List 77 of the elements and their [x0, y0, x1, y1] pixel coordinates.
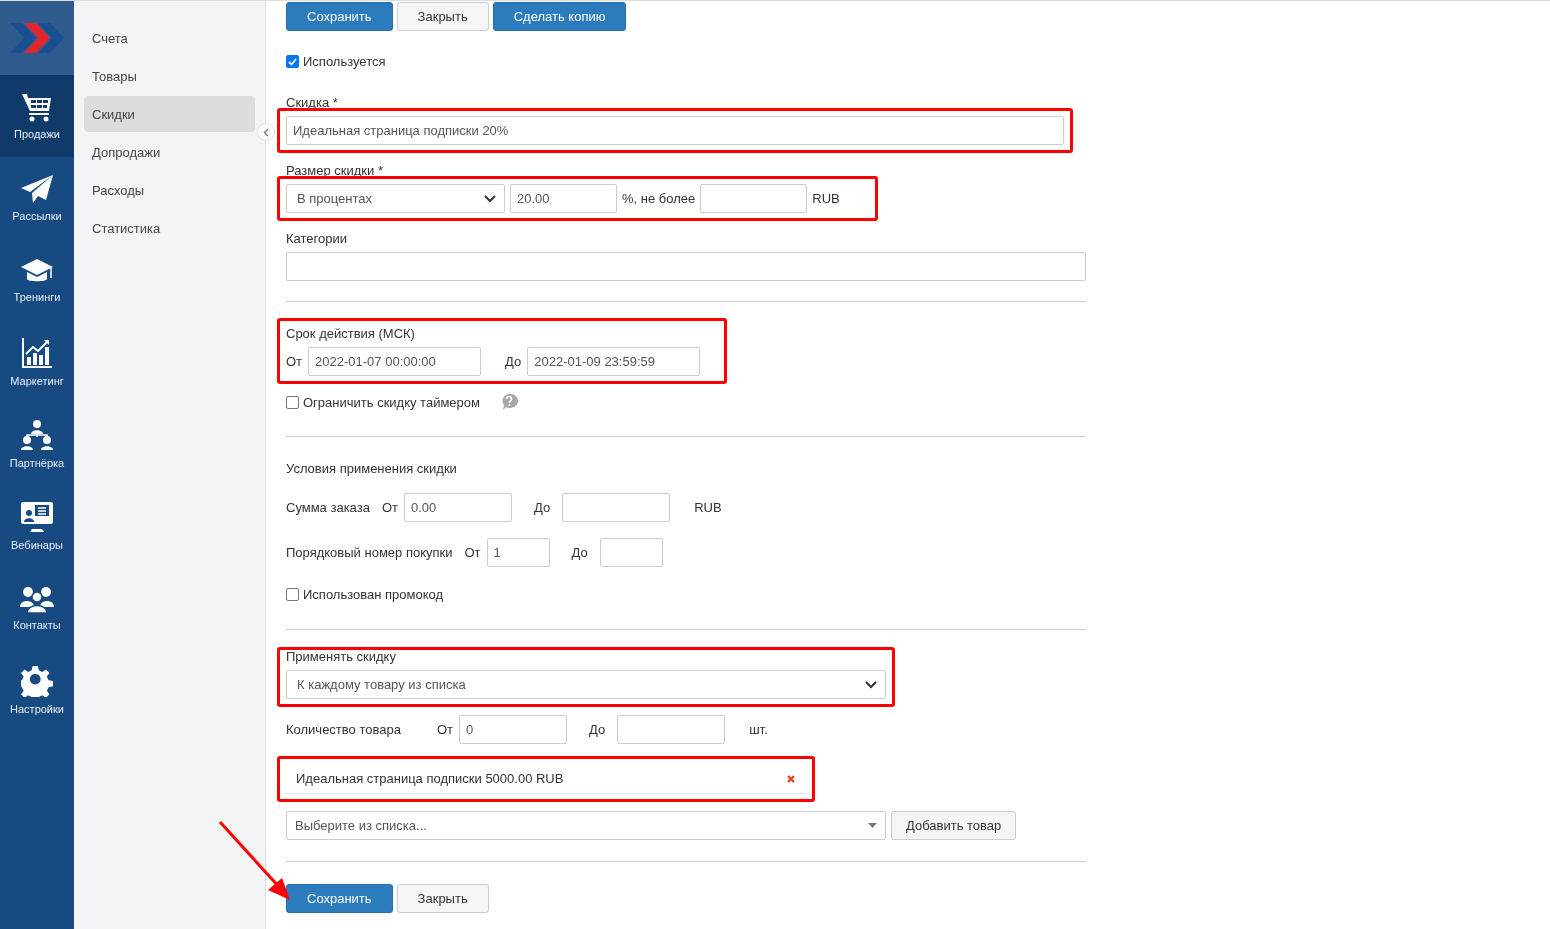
currency-text: RUB [812, 191, 840, 206]
from-label: От [464, 545, 481, 560]
monitor-presenter-icon [20, 501, 54, 533]
checkbox-label: Ограничить скидку таймером [303, 394, 480, 410]
nav-rail-item[interactable]: Тренинги [0, 239, 74, 321]
field-label: Сумма заказа [286, 500, 370, 515]
nav-rail-item[interactable]: Продажи [0, 75, 74, 157]
categories-field[interactable] [286, 252, 1086, 281]
input-field[interactable] [562, 493, 671, 522]
input-field[interactable] [700, 184, 808, 213]
input-field[interactable]: 0 [459, 715, 567, 744]
input-field[interactable] [599, 538, 663, 567]
unit-text: шт. [749, 722, 768, 737]
nav-rail-item[interactable]: Рассылки [0, 157, 74, 239]
field-label: Размер скидки * [286, 163, 384, 178]
from-label: От [436, 722, 453, 737]
from-label: От [381, 500, 398, 515]
field-label: Категории [286, 231, 348, 246]
remove-icon[interactable] [786, 773, 796, 784]
people-hierarchy-icon [20, 419, 54, 451]
submenu-item[interactable]: Статистика [84, 210, 255, 246]
field-label: Скидка * [286, 95, 339, 110]
product-name: Идеальная страница подписки 5000.00 RUB [296, 771, 564, 786]
product-select[interactable]: Выберите из списка... [286, 811, 886, 840]
button[interactable]: Закрыть [396, 2, 489, 31]
type-select[interactable]: В процентах [286, 184, 505, 213]
apply-select[interactable]: К каждому товару из списка [286, 670, 886, 699]
nav-rail-item[interactable]: Партнёрка [0, 403, 74, 485]
button[interactable]: Сохранить [286, 884, 393, 913]
paper-plane-icon [20, 174, 54, 204]
currency-text: RUB [694, 500, 722, 515]
checkbox[interactable] [286, 395, 299, 409]
nav-rail-item[interactable]: Контакты [0, 567, 74, 649]
shopping-cart-icon [21, 92, 53, 122]
checkbox-label: Использован промокод [303, 587, 444, 602]
date-field[interactable]: 2022-01-09 23:59:59 [527, 347, 701, 376]
input-field[interactable]: 20.00 [510, 184, 617, 213]
checkbox-label: Используется [303, 54, 386, 69]
help-icon[interactable] [500, 393, 518, 411]
button[interactable]: Сохранить [286, 2, 393, 31]
nav-rail-item[interactable]: Вебинары [0, 485, 74, 567]
chevron-left-icon [263, 127, 269, 137]
input-field[interactable]: Идеальная страница подписки 20% [286, 116, 1064, 145]
chevrons-logo-icon [10, 23, 64, 53]
to-label: До [505, 354, 522, 369]
checkbox[interactable] [286, 55, 299, 68]
submenu-item[interactable]: Расходы [84, 172, 255, 208]
unit-text: %, не более [622, 191, 696, 206]
nav-rail-item[interactable]: Настройки [0, 649, 74, 731]
people-group-icon [20, 585, 54, 613]
checkbox[interactable] [286, 588, 299, 601]
chevron-down-icon [484, 194, 496, 203]
dropdown-triangle-icon [868, 823, 877, 828]
submenu-item[interactable]: Допродажи [84, 134, 255, 170]
input-field[interactable]: 1 [486, 538, 550, 567]
button[interactable]: Сделать копию [492, 2, 627, 31]
button[interactable]: Закрыть [396, 884, 489, 913]
field-label: Количество товара [286, 722, 401, 737]
add-product-button[interactable]: Добавить товар [891, 811, 1017, 840]
chevron-down-icon [865, 680, 877, 689]
settings-icon [21, 665, 53, 697]
field-label: Порядковый номер покупки [286, 545, 453, 560]
submenu-item[interactable]: Счета [84, 20, 255, 56]
to-label: До [534, 500, 551, 515]
submenu-item[interactable]: Товары [84, 58, 255, 94]
from-label: От [286, 354, 303, 369]
input-field[interactable]: 0.00 [404, 493, 512, 522]
to-label: До [589, 722, 606, 737]
section-title: Условия применения скидки [286, 461, 458, 476]
nav-rail-item[interactable]: Маркетинг [0, 321, 74, 403]
field-label: Применять скидку [286, 649, 397, 664]
submenu-item[interactable]: Скидки [84, 96, 255, 132]
to-label: До [571, 545, 588, 560]
date-field[interactable]: 2022-01-07 00:00:00 [308, 347, 482, 376]
field-label: Срок действия (МСК) [286, 326, 416, 341]
input-field[interactable] [617, 715, 726, 744]
bar-chart-icon [21, 337, 53, 369]
